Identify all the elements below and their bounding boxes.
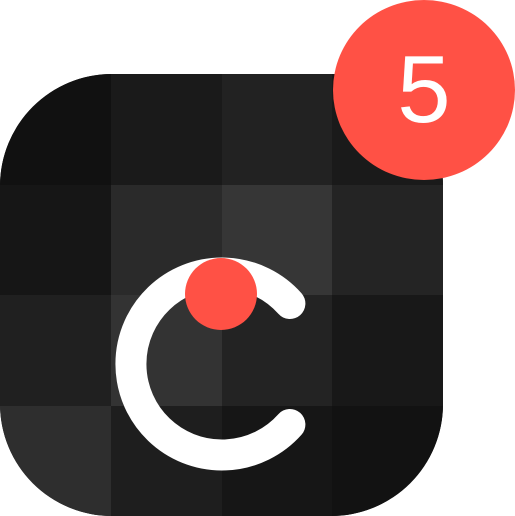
notification-badge: 5 <box>333 0 515 180</box>
badge-count: 5 <box>397 36 451 143</box>
app-icon-with-badge[interactable]: 5 <box>0 0 515 516</box>
center-dot <box>185 258 257 330</box>
